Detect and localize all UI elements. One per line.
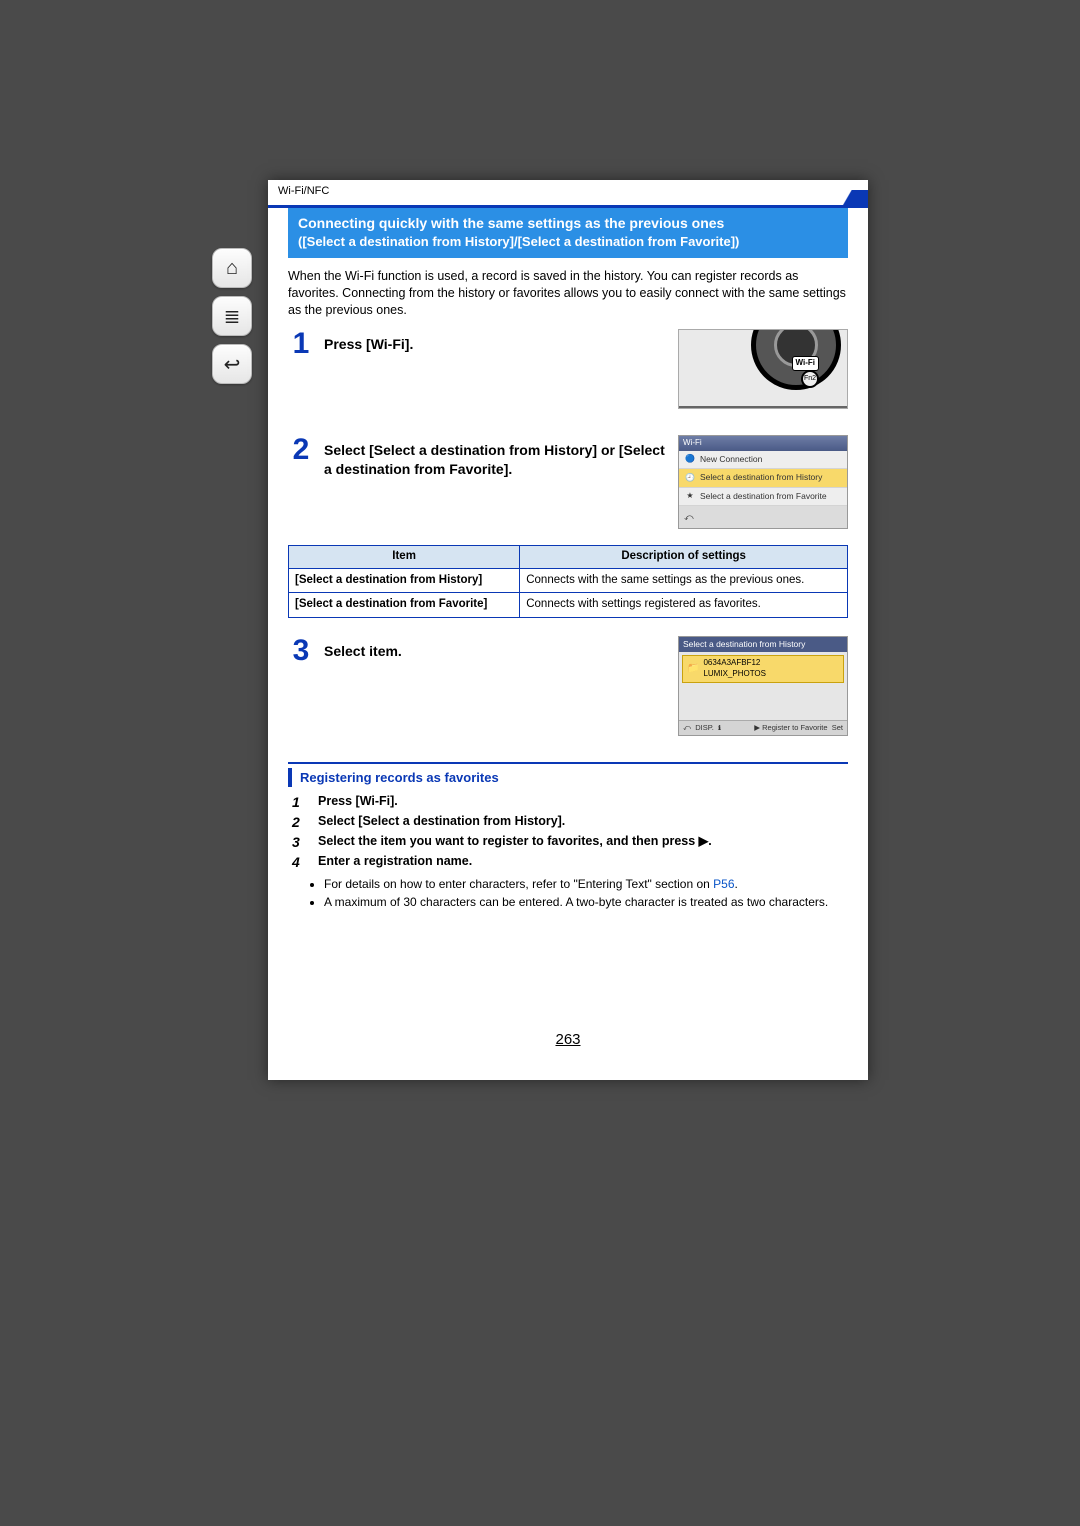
history-selected-item: 📁 0634A3AFBF12 LUMIX_PHOTOS (682, 655, 844, 683)
history-footer: ⤺ DISP. ℹ ▶ Register to Favorite Set (679, 720, 847, 735)
table-row: [Select a destination from Favorite] Con… (289, 593, 848, 618)
step-number: 1 (288, 329, 314, 359)
page-ref-link[interactable]: P56 (713, 877, 734, 891)
history-item-code: 0634A3AFBF12 (703, 658, 766, 669)
back-icon: ⤺ (684, 511, 694, 523)
wifi-label-icon: Wi-Fi (792, 356, 819, 371)
step-1: 1 Press [Wi-Fi]. Wi-Fi Fn2 (288, 329, 848, 409)
menu-footer: ⤺ (679, 506, 847, 528)
nav-home-button[interactable]: ⌂ (212, 248, 252, 288)
step-number: 3 (288, 636, 314, 666)
manual-page: Wi-Fi/NFC Connecting quickly with the sa… (268, 180, 868, 1080)
sub-step: 1Press [Wi-Fi]. (292, 793, 848, 812)
star-icon: ★ (684, 491, 696, 501)
step-text: Select [Select a destination from Histor… (324, 435, 668, 479)
figure-wifi-menu: Wi-Fi 🔵 New Connection 🕘 Select a destin… (678, 435, 848, 529)
cell-desc: Connects with settings registered as fav… (520, 593, 848, 618)
note-item: A maximum of 30 characters can be entere… (324, 894, 848, 910)
table-row: [Select a destination from History] Conn… (289, 568, 848, 593)
sub-steps: 1Press [Wi-Fi]. 2Select [Select a destin… (288, 793, 848, 872)
breadcrumb-text: Wi-Fi/NFC (278, 185, 329, 197)
th-item: Item (289, 546, 520, 569)
sub-step-text: Select [Select a destination from Histor… (318, 813, 565, 832)
divider (288, 762, 848, 764)
menu-item-label: Select a destination from Favorite (700, 491, 827, 502)
step-text: Select item. (324, 636, 668, 661)
section-title-line1: Connecting quickly with the same setting… (298, 214, 838, 233)
register-favorite-label: ▶ Register to Favorite (754, 723, 827, 732)
back-icon: ↩ (224, 352, 241, 377)
home-icon: ⌂ (226, 257, 238, 280)
intro-paragraph: When the Wi-Fi function is used, a recor… (288, 268, 848, 319)
menu-item-history: 🕘 Select a destination from History (679, 469, 847, 487)
sub-step-text: Press [Wi-Fi]. (318, 793, 398, 812)
note-item: For details on how to enter characters, … (324, 876, 848, 892)
history-header: Select a destination from History (679, 637, 847, 652)
history-item-name: LUMIX_PHOTOS (703, 669, 766, 680)
step-3: 3 Select item. Select a destination from… (288, 636, 848, 736)
menu-item-favorite: ★ Select a destination from Favorite (679, 488, 847, 506)
menu-header: Wi-Fi (679, 436, 847, 451)
cell-item: [Select a destination from Favorite] (289, 593, 520, 618)
sub-step: 3Select the item you want to register to… (292, 833, 848, 852)
sub-step: 4Enter a registration name. (292, 853, 848, 872)
th-desc: Description of settings (520, 546, 848, 569)
sub-step: 2Select [Select a destination from Histo… (292, 813, 848, 832)
menu-item-new-connection: 🔵 New Connection (679, 451, 847, 469)
nav-toc-button[interactable]: ≣ (212, 296, 252, 336)
nav-back-button[interactable]: ↩ (212, 344, 252, 384)
list-icon: ≣ (224, 304, 241, 329)
page-number: 263 (288, 1030, 848, 1050)
globe-icon: 🔵 (684, 454, 696, 464)
section-title-line2: ([Select a destination from History]/[Se… (298, 233, 838, 251)
info-icon: ℹ (718, 723, 721, 732)
cell-item: [Select a destination from History] (289, 568, 520, 593)
back-icon: ⤺ (683, 723, 691, 732)
side-nav: ⌂ ≣ ↩ (212, 248, 260, 384)
history-icon: 🕘 (684, 473, 696, 483)
cell-desc: Connects with the same settings as the p… (520, 568, 848, 593)
sub-step-text: Enter a registration name. (318, 853, 472, 872)
step-2: 2 Select [Select a destination from Hist… (288, 435, 848, 529)
disp-label: DISP. (695, 723, 714, 732)
menu-item-label: Select a destination from History (700, 472, 822, 483)
figure-history-screen: Select a destination from History 📁 0634… (678, 636, 848, 736)
menu-item-label: New Connection (700, 454, 762, 465)
section-title: Connecting quickly with the same setting… (288, 208, 848, 258)
breadcrumb: Wi-Fi/NFC (268, 180, 868, 208)
set-label: Set (832, 723, 843, 732)
sub-step-text: Select the item you want to register to … (318, 833, 712, 852)
step-number: 2 (288, 435, 314, 465)
fn2-button-icon: Fn2 (801, 370, 819, 388)
settings-table: Item Description of settings [Select a d… (288, 545, 848, 618)
step-text: Press [Wi-Fi]. (324, 329, 668, 354)
figure-dial: Wi-Fi Fn2 (678, 329, 848, 409)
folder-icon: 📁 (687, 662, 699, 676)
notes: For details on how to enter characters, … (288, 876, 848, 910)
subsection-heading: Registering records as favorites (288, 768, 848, 788)
